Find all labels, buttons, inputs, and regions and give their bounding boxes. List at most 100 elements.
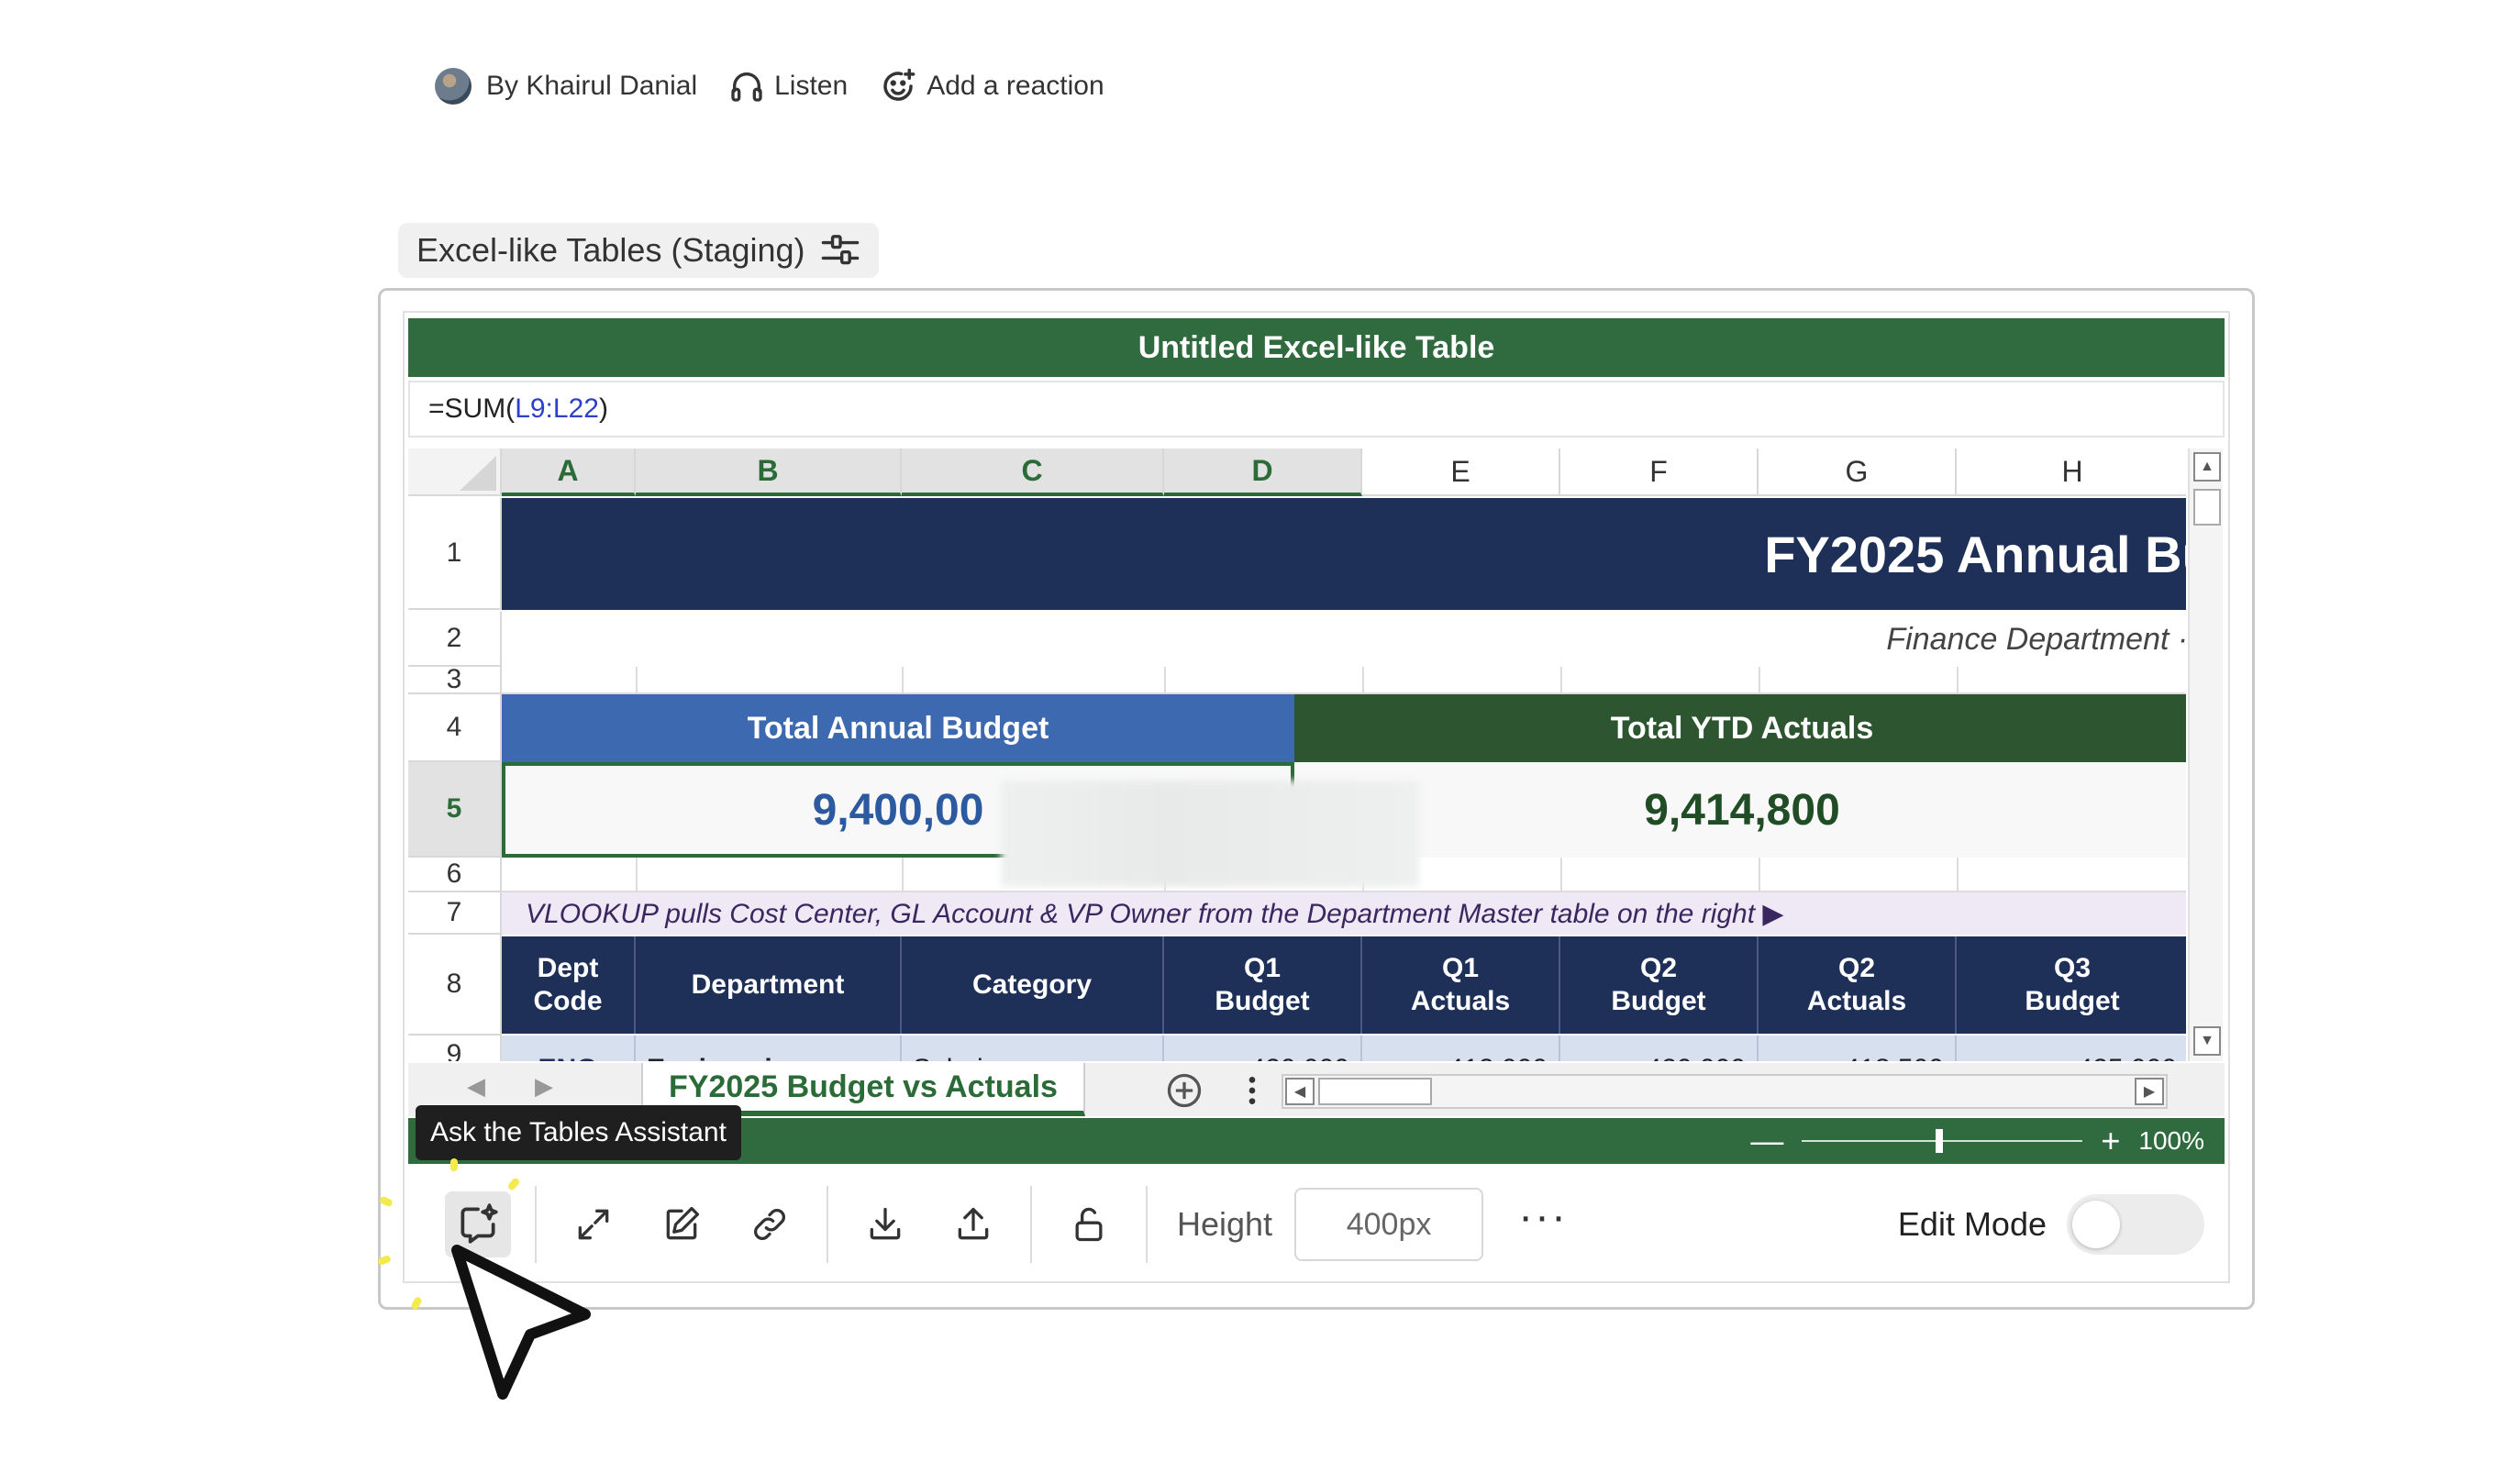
spreadsheet-container: Untitled Excel-like Table =SUM(L9:L22) A…: [403, 311, 2230, 1283]
assistant-tooltip: Ask the Tables Assistant: [416, 1105, 741, 1160]
zoom-slider-knob[interactable]: [1936, 1129, 1944, 1153]
copy-link-button[interactable]: [737, 1191, 803, 1257]
header-department[interactable]: Department: [636, 936, 902, 1034]
column-header-g[interactable]: G: [1759, 449, 1957, 496]
column-header-a[interactable]: A: [502, 449, 636, 496]
headphones-icon: [731, 72, 762, 102]
subtitle-text: Finance Department · Fisc: [1886, 621, 2186, 657]
click-spark: [450, 1158, 458, 1171]
add-reaction-button[interactable]: Add a reaction: [879, 67, 1104, 105]
mouse-cursor-icon: [451, 1245, 591, 1400]
author[interactable]: By Khairul Danial: [435, 68, 697, 105]
download-button[interactable]: [852, 1191, 918, 1257]
row-3-divider: [1164, 667, 1166, 694]
vertical-scrollbar[interactable]: ▲ ▼: [2188, 449, 2223, 1061]
row9-category[interactable]: Salaries: [902, 1035, 1164, 1061]
edit-mode-toggle[interactable]: [2067, 1194, 2204, 1255]
row9-dept-code[interactable]: ENG: [502, 1035, 636, 1061]
table-title[interactable]: Untitled Excel-like Table: [408, 318, 2225, 377]
height-label: Height: [1177, 1205, 1273, 1243]
formula-bar[interactable]: =SUM(L9:L22): [408, 381, 2225, 437]
horizontal-scrollbar[interactable]: ◀ ▶: [1282, 1074, 2168, 1109]
upload-button[interactable]: [940, 1191, 1006, 1257]
total-budget-header[interactable]: Total Annual Budget: [502, 694, 1294, 762]
sheet-banner-title[interactable]: FY2025 Annual Bud: [502, 498, 2186, 610]
row9-q1-budget[interactable]: 420,000: [1164, 1035, 1362, 1061]
row-header-3[interactable]: 3: [408, 664, 502, 694]
height-input[interactable]: 400px: [1294, 1188, 1484, 1261]
expand-icon: [578, 1209, 609, 1240]
row-header-9[interactable]: 9: [408, 1035, 502, 1061]
select-all-corner[interactable]: [408, 449, 502, 496]
zoom-control: — + 100%: [1732, 1118, 2204, 1164]
header-dept-code[interactable]: Dept Code: [502, 936, 636, 1034]
edit-button[interactable]: [649, 1191, 715, 1257]
total-actuals-cell[interactable]: 9,414,800: [1294, 762, 2186, 858]
header-q1-budget[interactable]: Q1 Budget: [1164, 936, 1362, 1034]
header-q2-actuals[interactable]: Q2 Actuals: [1759, 936, 1957, 1034]
row-6-divider: [902, 858, 904, 892]
column-header-c[interactable]: C: [902, 449, 1164, 496]
column-header-b[interactable]: B: [636, 449, 902, 496]
table-type-chip[interactable]: Excel-like Tables (Staging): [398, 223, 879, 278]
row9-q1-actuals[interactable]: 412,000: [1362, 1035, 1560, 1061]
toggle-knob: [2072, 1201, 2120, 1248]
column-header-h[interactable]: H: [1957, 449, 2186, 496]
row-header-1[interactable]: 1: [408, 498, 502, 610]
row-header-6[interactable]: 6: [408, 858, 502, 892]
header-category[interactable]: Category: [902, 936, 1164, 1034]
row-6-divider: [1957, 858, 1959, 892]
row9-department[interactable]: Engineering: [636, 1035, 902, 1061]
row-3-divider: [1759, 667, 1760, 694]
column-header-f[interactable]: F: [1560, 449, 1759, 496]
column-header-e[interactable]: E: [1362, 449, 1560, 496]
row-header-5[interactable]: 5: [408, 762, 502, 858]
zoom-in-button[interactable]: +: [2101, 1122, 2120, 1160]
row9-q3-budget[interactable]: 425,000: [1957, 1035, 2186, 1061]
redacted-area: [1001, 781, 1419, 887]
scroll-right-icon[interactable]: ▶: [2135, 1078, 2164, 1105]
row-header-4[interactable]: 4: [408, 694, 502, 762]
edit-mode-label: Edit Mode: [1897, 1205, 2047, 1243]
header-q2-budget[interactable]: Q2 Budget: [1560, 936, 1759, 1034]
listen-button[interactable]: Listen: [728, 68, 848, 105]
scroll-up-icon[interactable]: ▲: [2193, 452, 2221, 482]
download-icon: [870, 1207, 901, 1240]
edit-mode-control: Edit Mode: [1898, 1190, 2204, 1259]
table-toolbar: Height 400px ··· Edit Mode: [408, 1177, 2225, 1272]
edit-icon: [666, 1206, 700, 1240]
page: By Khairul Danial Listen Add a reaction …: [0, 0, 2519, 1484]
vlookup-note[interactable]: VLOOKUP pulls Cost Center, GL Account & …: [502, 892, 2186, 935]
vertical-scroll-thumb[interactable]: [2193, 489, 2221, 526]
row-3-divider: [902, 667, 904, 694]
add-sheet-icon[interactable]: [1164, 1070, 1204, 1111]
sheet-grid[interactable]: A B C D E F G H 1 2 3 4 5 6 7 8 9 FY2025…: [408, 449, 2186, 1061]
zoom-slider[interactable]: [1802, 1129, 2083, 1153]
prev-sheet-icon[interactable]: ◀: [467, 1072, 485, 1101]
toolbar-divider: [1146, 1186, 1148, 1263]
row-3-divider: [636, 667, 638, 694]
row9-q2-budget[interactable]: 420,000: [1560, 1035, 1759, 1061]
formula-ref: L9:L22: [515, 393, 599, 424]
more-options-icon[interactable]: ···: [1518, 1191, 1568, 1242]
scroll-down-icon[interactable]: ▼: [2193, 1026, 2221, 1056]
row-header-7[interactable]: 7: [408, 892, 502, 935]
total-actuals-header[interactable]: Total YTD Actuals: [1294, 694, 2186, 762]
row9-q2-actuals[interactable]: 418,500: [1759, 1035, 1957, 1061]
scroll-left-icon[interactable]: ◀: [1285, 1078, 1315, 1105]
lock-toggle-button[interactable]: [1056, 1191, 1122, 1257]
header-q1-actuals[interactable]: Q1 Actuals: [1362, 936, 1560, 1034]
next-sheet-icon[interactable]: ▶: [535, 1072, 553, 1101]
sheet-options-icon[interactable]: [1243, 1072, 1261, 1109]
column-header-d[interactable]: D: [1164, 449, 1362, 496]
row-header-2[interactable]: 2: [408, 612, 502, 667]
header-q3-budget[interactable]: Q3 Budget: [1957, 936, 2186, 1034]
zoom-level: 100%: [2138, 1126, 2204, 1155]
sheet-subtitle[interactable]: Finance Department · Fisc: [502, 612, 2186, 667]
horizontal-scroll-thumb[interactable]: [1318, 1078, 1432, 1105]
row-3-divider: [1362, 667, 1364, 694]
row-header-8[interactable]: 8: [408, 935, 502, 1035]
zoom-out-button[interactable]: —: [1750, 1122, 1783, 1160]
row-3-divider: [1957, 667, 1959, 694]
reaction-label: Add a reaction: [927, 71, 1104, 101]
